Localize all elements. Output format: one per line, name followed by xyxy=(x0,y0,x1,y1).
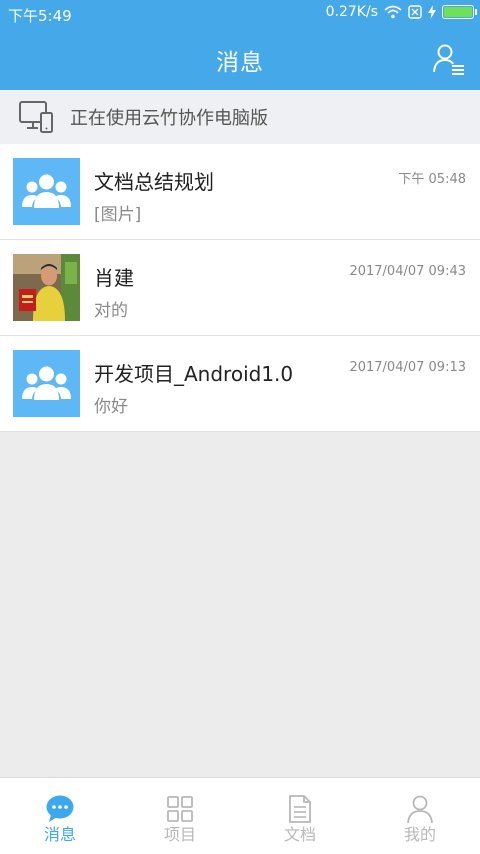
person-icon xyxy=(407,795,433,824)
chat-bubble-icon xyxy=(46,795,74,822)
group-icon xyxy=(22,174,71,208)
user-photo-image xyxy=(13,254,80,321)
bottom-nav: 消息 项目 文档 我的 xyxy=(0,777,480,854)
conversation-item[interactable]: 开发项目_Android1.0 你好 2017/04/07 09:13 xyxy=(0,336,480,432)
charging-icon xyxy=(428,5,436,19)
message-preview: [图片] xyxy=(94,205,142,225)
battery-icon xyxy=(442,5,477,19)
tab-documents[interactable]: 文档 xyxy=(240,778,360,854)
desktop-computer-icon xyxy=(19,101,53,133)
message-time: 下午 05:48 xyxy=(398,172,466,187)
conversation-item[interactable]: 文档总结规划 [图片] 下午 05:48 xyxy=(0,144,480,240)
tab-label: 消息 xyxy=(43,825,76,844)
message-preview: 你好 xyxy=(94,397,128,417)
banner-text: 正在使用云竹协作电脑版 xyxy=(70,108,268,129)
message-time: 2017/04/07 09:43 xyxy=(349,264,466,279)
message-preview: 对的 xyxy=(94,301,128,321)
status-bar: 下午5:49 0.27K/s xyxy=(0,0,480,27)
tab-label: 文档 xyxy=(283,825,316,844)
group-avatar xyxy=(13,350,80,417)
tab-label: 项目 xyxy=(163,825,196,844)
group-icon xyxy=(22,366,71,400)
status-indicators: 0.27K/s xyxy=(325,4,477,20)
status-time: 下午5:49 xyxy=(8,7,72,25)
tab-messages[interactable]: 消息 xyxy=(0,778,120,854)
conversation-item[interactable]: 肖建 对的 2017/04/07 09:43 xyxy=(0,240,480,336)
tab-projects[interactable]: 项目 xyxy=(120,778,240,854)
conversation-name: 肖建 xyxy=(94,266,134,290)
document-icon xyxy=(289,795,311,823)
grid-icon xyxy=(167,796,193,822)
network-speed: 0.27K/s xyxy=(325,4,378,20)
conversation-name: 文档总结规划 xyxy=(94,170,214,194)
no-sim-icon xyxy=(408,5,422,19)
conversation-list: 文档总结规划 [图片] 下午 05:48 肖建 对的 2017/04/07 09… xyxy=(0,144,480,432)
desktop-login-banner[interactable]: 正在使用云竹协作电脑版 xyxy=(0,90,480,144)
conversation-name: 开发项目_Android1.0 xyxy=(94,362,294,386)
app-header: 下午5:49 0.27K/s 消息 xyxy=(0,0,480,90)
user-photo xyxy=(13,254,80,321)
wifi-icon xyxy=(384,5,402,19)
tab-me[interactable]: 我的 xyxy=(360,778,480,854)
message-time: 2017/04/07 09:13 xyxy=(349,360,466,375)
contacts-list-icon[interactable] xyxy=(432,42,466,76)
battery-fill xyxy=(444,7,472,17)
page-title: 消息 xyxy=(216,50,264,76)
group-avatar xyxy=(13,158,80,225)
tab-label: 我的 xyxy=(403,825,436,844)
